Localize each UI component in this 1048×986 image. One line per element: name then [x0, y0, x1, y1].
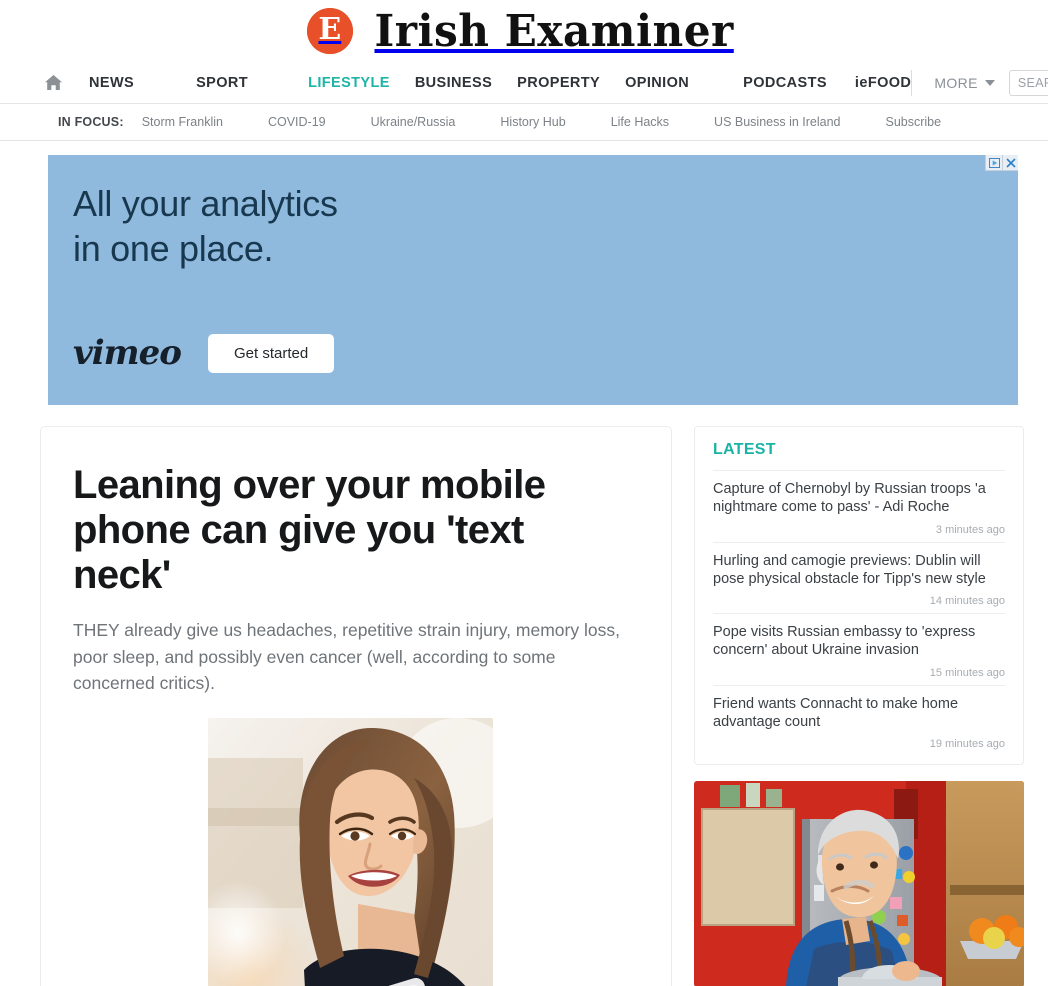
latest-item-timestamp: 15 minutes ago: [929, 666, 1005, 679]
close-icon[interactable]: [1002, 155, 1018, 170]
vimeo-logo: vimeo: [73, 333, 182, 373]
nav-item-podcasts[interactable]: PODCASTS: [743, 71, 827, 95]
in-focus-item-storm-franklin[interactable]: Storm Franklin: [142, 115, 223, 129]
more-menu-label: MORE: [934, 74, 978, 91]
site-logo[interactable]: E Irish Examiner: [306, 5, 741, 57]
nav-item-news[interactable]: NEWS: [89, 71, 134, 95]
in-focus-item-ukraine-russia[interactable]: Ukraine/Russia: [371, 115, 456, 129]
latest-item-timestamp: 3 minutes ago: [935, 523, 1005, 536]
nav-right-group: MORE: [911, 69, 1048, 96]
logo-wordmark: Irish Examiner: [374, 5, 734, 57]
in-focus-item-us-business-in-ireland[interactable]: US Business in Ireland: [714, 115, 840, 129]
ad-choices-controls: [985, 155, 1018, 171]
list-item[interactable]: Pope visits Russian embassy to 'express …: [713, 613, 1005, 685]
in-focus-item-covid-19[interactable]: COVID-19: [268, 115, 326, 129]
latest-item-timestamp: 14 minutes ago: [929, 595, 1005, 608]
nav-item-lifestyle[interactable]: LIFESTYLE: [308, 71, 390, 95]
page-root: E Irish Examiner NEWS SPORT LIFESTYLE BU…: [0, 0, 1048, 986]
logo-emblem-icon: E: [306, 8, 353, 54]
sidebar-promo-image[interactable]: [694, 781, 1024, 986]
ad-banner[interactable]: All your analytics in one place. vimeo G…: [48, 155, 1018, 405]
sidebar: LATEST Capture of Chernobyl by Russian t…: [694, 426, 1024, 986]
content-area: Leaning over your mobile phone can give …: [0, 405, 1048, 986]
nav-item-opinion[interactable]: OPINION: [625, 71, 689, 95]
in-focus-item-subscribe[interactable]: Subscribe: [886, 115, 942, 129]
list-item[interactable]: Hurling and camogie previews: Dublin wil…: [713, 541, 1005, 614]
advertisement-slot: All your analytics in one place. vimeo G…: [0, 141, 1048, 405]
nav-home-link[interactable]: [44, 74, 63, 91]
nav-item-property[interactable]: PROPERTY: [517, 71, 600, 95]
in-focus-item-life-hacks[interactable]: Life Hacks: [611, 115, 669, 129]
ad-headline: All your analytics in one place.: [73, 181, 338, 272]
list-item[interactable]: Friend wants Connacht to make home advan…: [713, 684, 1005, 757]
search-input[interactable]: [1008, 69, 1048, 96]
main-navigation: NEWS SPORT LIFESTYLE BUSINESS PROPERTY O…: [0, 62, 1048, 104]
more-menu-button[interactable]: MORE: [911, 69, 995, 96]
adchoices-icon[interactable]: [986, 155, 1002, 170]
get-started-button[interactable]: Get started: [207, 333, 335, 373]
page-title: Leaning over your mobile phone can give …: [73, 463, 546, 597]
nav-item-sport[interactable]: SPORT: [196, 71, 248, 95]
latest-item-headline[interactable]: Friend wants Connacht to make home advan…: [713, 695, 1005, 732]
chevron-down-icon: [984, 79, 995, 86]
nav-item-iefood[interactable]: ieFOOD: [855, 71, 911, 95]
home-icon: [44, 74, 63, 91]
site-masthead: E Irish Examiner: [0, 0, 1048, 62]
ad-headline-line-1: All your analytics: [73, 183, 338, 224]
latest-news-panel: LATEST Capture of Chernobyl by Russian t…: [694, 426, 1024, 766]
latest-panel-title: LATEST: [713, 441, 776, 458]
in-focus-bar: IN FOCUS: Storm Franklin COVID-19 Ukrain…: [0, 104, 1048, 141]
list-item[interactable]: Capture of Chernobyl by Russian troops '…: [713, 470, 1005, 542]
nav-item-business[interactable]: BUSINESS: [415, 71, 492, 95]
article-photo: [207, 718, 493, 986]
in-focus-label: IN FOCUS:: [58, 115, 124, 129]
latest-item-headline[interactable]: Pope visits Russian embassy to 'express …: [713, 623, 1005, 660]
latest-item-headline[interactable]: Capture of Chernobyl by Russian troops '…: [713, 480, 1005, 517]
in-focus-item-history-hub[interactable]: History Hub: [500, 115, 565, 129]
lead-article-card[interactable]: Leaning over your mobile phone can give …: [40, 426, 672, 986]
nav-links: NEWS SPORT LIFESTYLE BUSINESS PROPERTY O…: [89, 71, 911, 95]
ad-footer: vimeo Get started: [73, 333, 335, 373]
latest-item-headline[interactable]: Hurling and camogie previews: Dublin wil…: [713, 552, 1005, 589]
ad-headline-line-2: in one place.: [73, 228, 274, 270]
search-group: [1008, 69, 1048, 96]
article-standfirst: THEY already give us headaches, repetiti…: [73, 620, 620, 693]
latest-item-timestamp: 19 minutes ago: [929, 738, 1005, 751]
